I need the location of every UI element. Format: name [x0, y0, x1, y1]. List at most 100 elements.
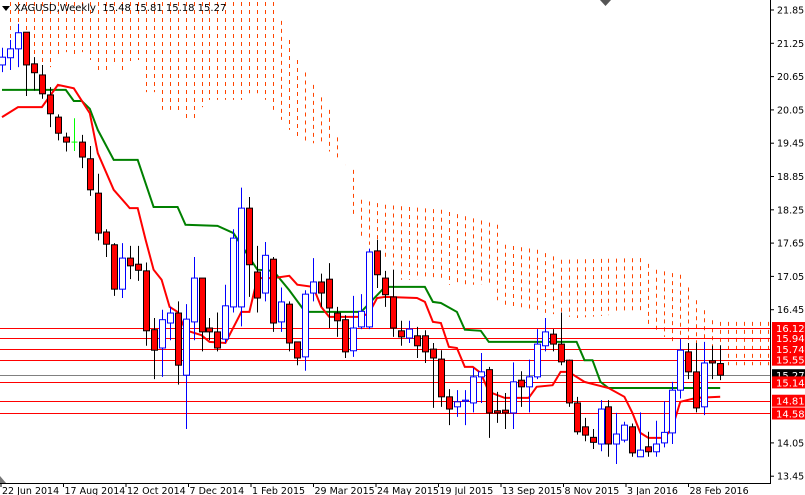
- candle-body: [438, 358, 445, 398]
- candle-body: [558, 343, 565, 363]
- candle-body: [31, 63, 38, 74]
- candle-body: [582, 426, 589, 436]
- price-axis[interactable]: 21.85 21.25 20.65 20.05 19.45 18.85 18.25 17.65…: [770, 6, 805, 483]
- candle-body: [398, 330, 405, 338]
- candle-body: [334, 312, 341, 322]
- price-tick-label: 14.05: [777, 438, 804, 449]
- level-label: 14.81: [776, 397, 805, 408]
- candle-body: [294, 341, 301, 359]
- candle-body: [310, 281, 317, 294]
- tenkan-sen-line: [1, 83, 721, 439]
- time-tick-label: 22 Jun 2014: [2, 486, 59, 495]
- candle-body: [685, 351, 692, 373]
- candles: [0, 23, 724, 464]
- candle-body: [262, 254, 269, 294]
- candle-body: [191, 277, 198, 323]
- candle-body: [23, 31, 30, 66]
- candle-body: [598, 408, 605, 445]
- candle-body: [366, 251, 373, 328]
- price-tick-label: 16.45: [777, 305, 804, 316]
- candle-body: [254, 271, 261, 299]
- candle-body: [7, 48, 14, 59]
- candle-body: [55, 116, 62, 134]
- price-tick-label: 18.25: [777, 205, 804, 216]
- candle-body: [246, 207, 253, 266]
- candle-body: [693, 371, 700, 409]
- price-tick-label: 21.85: [777, 6, 804, 17]
- chart-title: XAGUSD,Weekly 15.48 15.81 15.18 15.27: [2, 3, 227, 14]
- candle-body: [454, 401, 461, 408]
- price-tick-label: 17.05: [777, 272, 804, 283]
- candle-body: [358, 310, 365, 328]
- candle-body: [486, 369, 493, 414]
- candle-body: [605, 406, 612, 445]
- price-tick-label: 18.85: [777, 172, 804, 183]
- shift-marker-icon[interactable]: [600, 0, 611, 6]
- price-tick-label: 19.45: [777, 139, 804, 150]
- level-label: 15.55: [776, 356, 805, 367]
- time-tick-label: 24 May 2015: [377, 486, 439, 495]
- candle-body: [621, 424, 628, 441]
- price-chart[interactable]: 21.85 21.25 20.65 20.05 19.45 18.85 18.25 17.65…: [0, 0, 805, 495]
- candle-body: [214, 331, 221, 349]
- candle-body: [238, 207, 245, 308]
- candle-body: [462, 399, 469, 402]
- dropdown-triangle-icon[interactable]: [2, 5, 10, 11]
- candle-body: [446, 396, 453, 410]
- candle-body: [526, 376, 533, 388]
- ohlc-readout: 15.48 15.81 15.18 15.27: [102, 3, 227, 14]
- candle-body: [430, 348, 437, 359]
- candle-body: [422, 335, 429, 353]
- candle-body: [510, 381, 517, 414]
- candle-body: [574, 402, 581, 433]
- candle-body: [111, 244, 118, 290]
- candle-body: [87, 158, 94, 191]
- time-tick-label: 3 Jan 2016: [627, 486, 678, 495]
- candle-body: [590, 436, 597, 443]
- scroll-marker-icon[interactable]: [0, 476, 6, 483]
- candle-body: [629, 426, 636, 454]
- time-tick-label: 29 Mar 2015: [315, 486, 375, 495]
- candle-body: [550, 333, 557, 345]
- candle-body: [542, 331, 549, 347]
- price-tick-label: 20.65: [777, 72, 804, 83]
- candle-body: [278, 301, 285, 323]
- time-tick-label: 1 Feb 2015: [252, 486, 305, 495]
- time-axis[interactable]: 22 Jun 2014 17 Aug 2014 12 Oct 2014 7 Dec 2…: [0, 483, 749, 495]
- price-tick-label: 21.25: [777, 39, 804, 50]
- time-tick-label: 12 Oct 2014: [127, 486, 186, 495]
- candle-body: [230, 237, 237, 308]
- candle-body: [95, 192, 102, 234]
- candle-body: [63, 136, 70, 143]
- candle-body: [127, 257, 134, 267]
- candle-body: [302, 293, 309, 358]
- candle-body: [135, 263, 142, 271]
- candle-body: [326, 278, 333, 309]
- level-label: 14.58: [776, 409, 805, 420]
- candle-body: [143, 270, 150, 332]
- candle-body: [151, 329, 158, 351]
- candle-body: [350, 327, 357, 352]
- candle-body: [653, 443, 660, 453]
- candle-body: [390, 296, 397, 329]
- price-tick-label: 17.65: [777, 239, 804, 250]
- candle-body: [199, 277, 206, 333]
- candle-body: [222, 305, 229, 340]
- time-tick-label: 7 Dec 2014: [190, 486, 245, 495]
- candle-body: [47, 94, 54, 115]
- candle-body: [566, 359, 573, 404]
- time-tick-label: 13 Sep 2015: [502, 486, 562, 495]
- candle-body: [318, 281, 325, 294]
- candle-body: [374, 250, 381, 276]
- candle-body: [478, 371, 485, 378]
- time-tick-label: 8 Nov 2015: [565, 486, 620, 495]
- candle-body: [494, 410, 501, 414]
- candle-body: [661, 431, 668, 444]
- candle-body: [717, 363, 724, 376]
- candle-body: [701, 362, 708, 408]
- price-tick-label: 13.45: [777, 472, 804, 483]
- candle-body: [677, 349, 684, 391]
- candle-body: [119, 257, 126, 290]
- candle-body: [103, 231, 110, 245]
- candle-body: [286, 303, 293, 344]
